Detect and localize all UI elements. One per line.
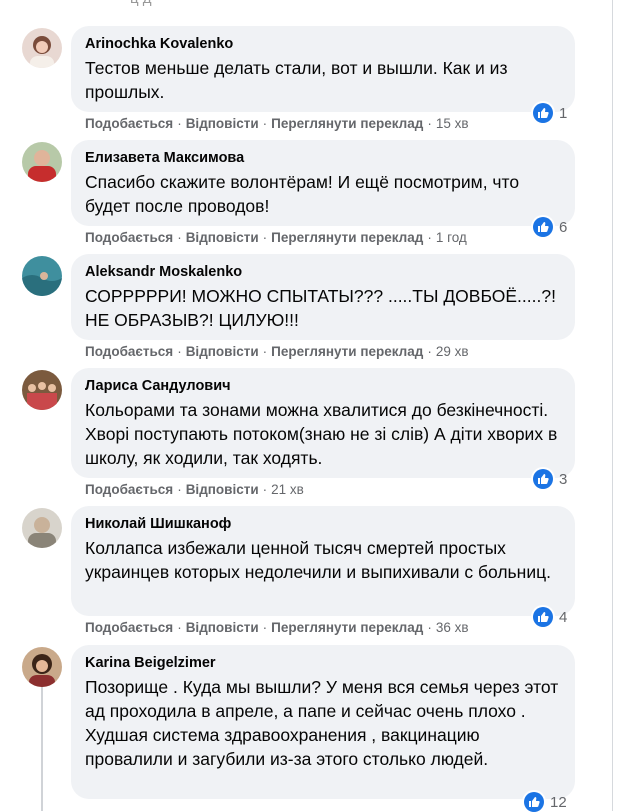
comment-author[interactable]: Karina Beigelzimer — [85, 654, 561, 672]
separator: · — [177, 116, 182, 131]
comment-author[interactable]: Елизавета Максимова — [85, 149, 561, 167]
separator: · — [262, 116, 268, 131]
translate-link[interactable]: Переглянути переклад — [271, 116, 423, 131]
comment-bubble: Николай Шишканоф Коллапса избежали ценно… — [71, 506, 575, 616]
comment-text: Коллапса избежали ценной тысяч смертей п… — [85, 538, 551, 582]
translate-link[interactable]: Переглянути переклад — [271, 344, 423, 359]
separator: · — [177, 344, 182, 359]
comment-time[interactable]: 29 хв — [436, 344, 469, 359]
separator: · — [177, 620, 182, 635]
reaction-count[interactable]: 6 — [533, 217, 567, 237]
comment-bubble: Karina Beigelzimer Позорище . Куда мы вы… — [71, 645, 575, 799]
separator: · — [177, 482, 182, 497]
comment-actions: Подобається · Відповісти · Переглянути перек… — [85, 116, 469, 131]
translate-link[interactable]: Переглянути переклад — [271, 620, 423, 635]
comment-time[interactable]: 36 хв — [436, 620, 469, 635]
avatar-group-icon[interactable] — [22, 370, 62, 410]
separator: · — [427, 620, 432, 635]
reply-link[interactable]: Відповісти — [186, 620, 259, 635]
like-icon — [524, 792, 544, 812]
separator: · — [427, 230, 432, 245]
comment-time[interactable]: 21 хв — [271, 482, 304, 497]
comment-actions: Подобається · Відповісти · 21 хв — [85, 482, 304, 497]
like-icon — [533, 217, 553, 237]
avatar-woman-icon[interactable] — [22, 28, 62, 68]
comment-time[interactable]: 15 хв — [436, 116, 469, 131]
translate-link[interactable]: Переглянути переклад — [271, 230, 423, 245]
like-link[interactable]: Подобається — [85, 344, 173, 359]
comment-author[interactable]: Arinochka Kovalenko — [85, 35, 561, 53]
separator: · — [262, 620, 268, 635]
like-link[interactable]: Подобається — [85, 482, 173, 497]
reaction-count[interactable]: 12 — [524, 792, 567, 812]
comment-actions: Подобається · Відповісти · Переглянути перек… — [85, 230, 467, 245]
comment-actions: Подобається · Відповісти · Переглянути перек… — [85, 344, 469, 359]
reply-link[interactable]: Відповісти — [186, 116, 259, 131]
comment-text: Кольорами та зонами можна хвалитися до б… — [85, 400, 558, 468]
avatar-man-icon[interactable] — [22, 508, 62, 548]
comment-actions: Подобається · Відповісти · Переглянути перек… — [85, 620, 469, 635]
reaction-number: 4 — [559, 608, 568, 626]
separator: · — [262, 482, 268, 497]
comment-text: Позорище . Куда мы вышли? У меня вся сем… — [85, 677, 559, 769]
cutoff-text: ц д — [130, 0, 152, 7]
like-icon — [533, 469, 553, 489]
comment-bubble: Aleksandr Moskalenko СОРРРРРИ! МОЖНО СПЫ… — [71, 254, 575, 340]
comment-time[interactable]: 1 год — [436, 230, 467, 245]
comment-author[interactable]: Николай Шишканоф — [85, 515, 561, 533]
like-link[interactable]: Подобається — [85, 116, 173, 131]
comment-bubble: Лариса Сандулович Кольорами та зонами мо… — [71, 368, 575, 478]
comment-text: СОРРРРРИ! МОЖНО СПЫТАТЫ??? .....ТЫ ДОВБО… — [85, 286, 556, 330]
like-link[interactable]: Подобається — [85, 230, 173, 245]
comment-text: Спасибо скажите волонтёрам! И ещё посмот… — [85, 172, 520, 216]
reply-link[interactable]: Відповісти — [186, 230, 259, 245]
reaction-count[interactable]: 1 — [533, 103, 567, 123]
like-link[interactable]: Подобається — [85, 620, 173, 635]
reaction-number: 3 — [559, 470, 568, 488]
reaction-count[interactable]: 4 — [533, 607, 567, 627]
reaction-number: 12 — [550, 793, 567, 811]
top-cutoff: ц д — [0, 0, 618, 14]
reply-link[interactable]: Відповісти — [186, 482, 259, 497]
scroll-edge-divider — [612, 0, 613, 811]
reaction-number: 6 — [559, 218, 568, 236]
comment-bubble: Елизавета Максимова Спасибо скажите воло… — [71, 140, 575, 226]
comment-author[interactable]: Aleksandr Moskalenko — [85, 263, 561, 281]
separator: · — [427, 344, 432, 359]
comment-author[interactable]: Лариса Сандулович — [85, 377, 561, 395]
like-icon — [533, 607, 553, 627]
thread-line — [41, 680, 43, 811]
like-icon — [533, 103, 553, 123]
comment-text: Тестов меньше делать стали, вот и вышли.… — [85, 58, 508, 102]
reaction-number: 1 — [559, 104, 568, 122]
separator: · — [177, 230, 182, 245]
comment-bubble: Arinochka Kovalenko Тестов меньше делать… — [71, 26, 575, 112]
avatar-red-icon[interactable] — [22, 142, 62, 182]
separator: · — [262, 230, 268, 245]
reaction-count[interactable]: 3 — [533, 469, 567, 489]
separator: · — [262, 344, 268, 359]
avatar-water-icon[interactable] — [22, 256, 62, 296]
avatar-woman-dark-icon[interactable] — [22, 647, 62, 687]
reply-link[interactable]: Відповісти — [186, 344, 259, 359]
separator: · — [427, 116, 432, 131]
